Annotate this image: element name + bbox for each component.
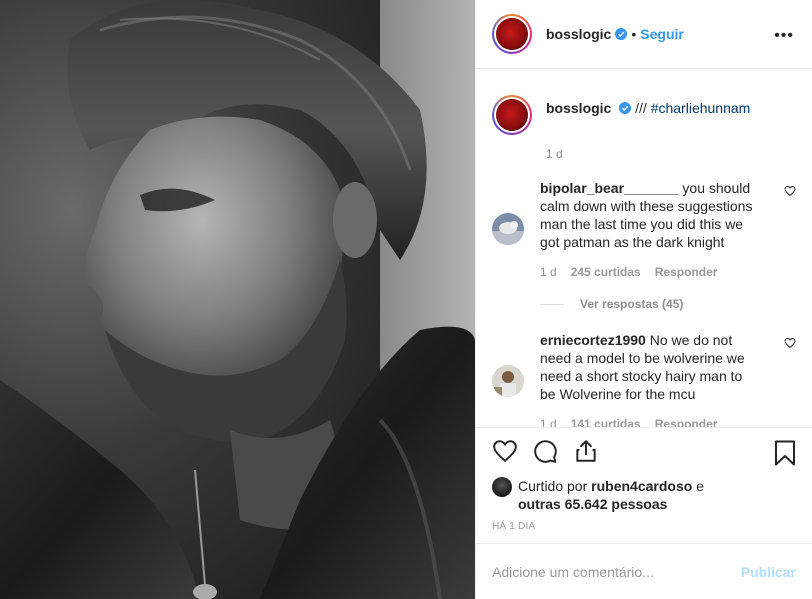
post-header: bosslogic • Seguir ••• [476, 0, 812, 69]
post-caption: bosslogic /// #charliehunnam [492, 69, 796, 135]
comment-heart-icon[interactable] [784, 185, 796, 197]
view-replies-button[interactable]: Ver respostas (45) [492, 297, 796, 311]
comment-username[interactable]: erniecortez1990 [540, 332, 646, 348]
comment-heart-icon[interactable] [784, 337, 796, 349]
likes-others-link[interactable]: outras 65.642 pessoas [518, 496, 667, 512]
author-username[interactable]: bosslogic [546, 26, 611, 42]
post-details-panel: bosslogic • Seguir ••• bosslogic /// #ch… [475, 0, 812, 599]
more-horizontal-icon[interactable]: ••• [774, 27, 794, 45]
likes-middle: e [692, 478, 704, 494]
verified-badge-icon [615, 28, 628, 40]
caption-avatar[interactable] [492, 95, 532, 135]
publish-button[interactable]: Publicar [741, 564, 796, 580]
caption-hashtag[interactable]: #charliehunnam [651, 100, 751, 116]
liker-username[interactable]: ruben4cardoso [591, 478, 692, 494]
reply-button[interactable]: Responder [655, 417, 718, 427]
caption-username[interactable]: bosslogic [546, 100, 611, 116]
bookmark-icon[interactable] [774, 440, 796, 466]
comment-icon[interactable] [532, 438, 558, 464]
likes-summary: Curtido por ruben4cardoso e outras 65.64… [476, 469, 812, 513]
view-replies-label: Ver respostas (45) [580, 297, 684, 311]
post-timestamp[interactable]: HÁ 1 DIA [476, 513, 812, 543]
author-avatar[interactable] [492, 14, 532, 54]
heart-icon[interactable] [492, 438, 518, 464]
comment-input[interactable] [492, 563, 741, 580]
commenter-avatar[interactable] [492, 213, 524, 245]
caption-text: /// [635, 100, 651, 116]
instagram-post-modal: bosslogic • Seguir ••• bosslogic /// #ch… [0, 0, 812, 599]
comment-time[interactable]: 1 d [540, 265, 557, 279]
liker-avatar[interactable] [492, 477, 512, 497]
comment-item: erniecortez1990 No we do not need a mode… [492, 331, 796, 427]
post-image[interactable] [0, 0, 475, 599]
comment-likes[interactable]: 141 curtidas [571, 417, 641, 427]
comment-likes[interactable]: 245 curtidas [571, 265, 641, 279]
comment-time[interactable]: 1 d [540, 417, 557, 427]
comment-item: bipolar_bear_______ you should calm down… [492, 179, 796, 279]
post-actions-bar [476, 427, 812, 469]
reply-button[interactable]: Responder [655, 265, 718, 279]
caption-time: 1 d [546, 147, 563, 161]
follow-button[interactable]: Seguir [640, 26, 684, 42]
add-comment-bar: Publicar [476, 543, 812, 599]
commenter-avatar[interactable] [492, 365, 524, 397]
comments-list[interactable]: bosslogic /// #charliehunnam 1 d bipolar… [476, 69, 812, 427]
share-icon[interactable] [573, 438, 599, 464]
likes-prefix: Curtido por [518, 478, 592, 494]
portrait-photo [0, 0, 475, 599]
verified-badge-icon [619, 102, 632, 114]
header-separator: • [631, 26, 637, 42]
comment-username[interactable]: bipolar_bear_______ [540, 180, 679, 196]
